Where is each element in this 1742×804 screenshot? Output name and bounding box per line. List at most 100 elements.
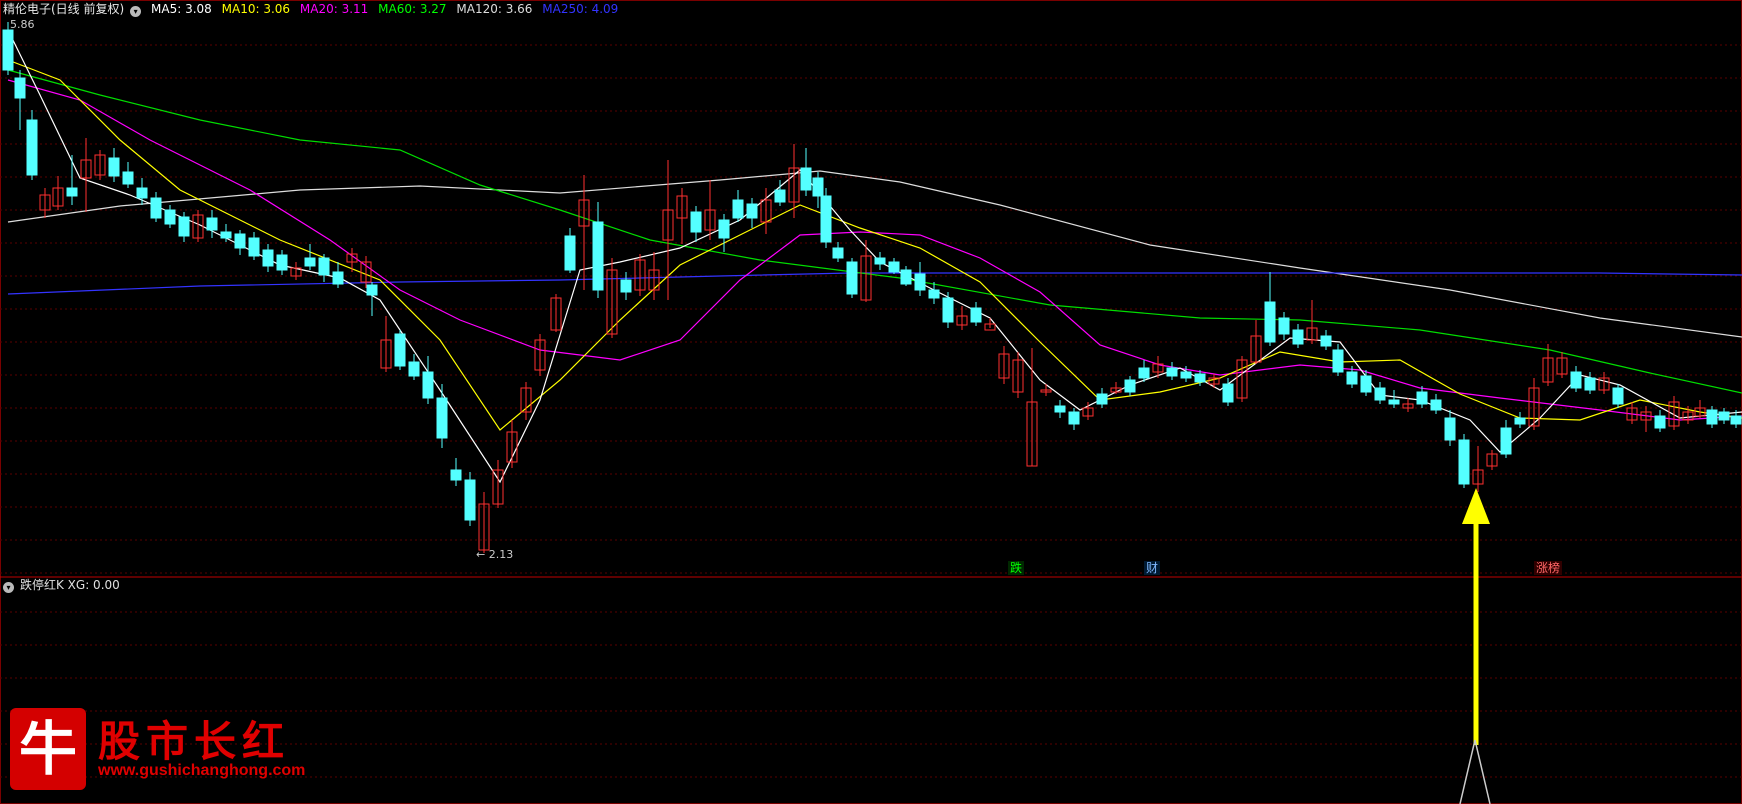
candle-down [690, 211, 702, 233]
candle-down [1430, 399, 1442, 411]
candle-down [1068, 411, 1080, 425]
candle-down [1360, 375, 1372, 393]
candle-down [304, 257, 316, 267]
lower-panel-header: ▾ 跌停红K XG: 0.00 [3, 577, 126, 593]
marker-gainers[interactable]: 涨榜 [1534, 561, 1563, 575]
low-price-label: ← 2.13 [476, 548, 514, 561]
stock-title: 精伦电子(日线 前复权) [3, 2, 125, 16]
candle-down [332, 271, 344, 285]
candle-down [394, 333, 406, 367]
candle-down [1570, 371, 1582, 389]
ma120-label: MA120: 3.66 [456, 2, 533, 16]
ma60-label: MA60: 3.27 [378, 2, 447, 16]
candle-down [942, 297, 954, 323]
main-chart-header: 精伦电子(日线 前复权) ▾ MA5: 3.08 MA10: 3.06 MA20:… [3, 1, 624, 17]
candle-down [620, 279, 632, 293]
candle-down [1166, 367, 1178, 377]
candle-down [1138, 367, 1150, 379]
candle-down [220, 231, 232, 239]
candle-down [832, 247, 844, 259]
ma10-label: MA10: 3.06 [221, 2, 291, 16]
candle-down [318, 257, 330, 276]
candle-down [1654, 415, 1666, 429]
candle-down [1612, 387, 1624, 405]
logo-title: 股市长红 [98, 717, 291, 766]
lower-panel-title: 跌停红K XG: 0.00 [20, 578, 120, 592]
candle-down [746, 203, 758, 219]
candle-down [1416, 391, 1428, 405]
candle-down [1320, 335, 1332, 347]
candle-down [874, 257, 886, 265]
candle-down [276, 254, 288, 271]
candle-down [248, 237, 260, 257]
candle-down [1346, 371, 1358, 385]
candle-down [1054, 405, 1066, 413]
candle-down [774, 189, 786, 203]
candle-down [564, 235, 576, 271]
ma5-label: MA5: 3.08 [151, 2, 212, 16]
candle-down [812, 177, 824, 197]
candle-down [422, 371, 434, 399]
candle-down [122, 171, 134, 185]
watermark-logo: 牛 股市长红 www.gushichanghong.com [6, 700, 306, 800]
candle-down [718, 219, 730, 239]
candle-down [408, 361, 420, 377]
candle-down [262, 249, 274, 267]
high-price-label: 5.86 [10, 18, 35, 31]
candle-down [108, 157, 120, 177]
candle-down [928, 289, 940, 299]
candle-down [1500, 427, 1512, 455]
candle-down [914, 273, 926, 291]
candle-down [1096, 393, 1108, 405]
candle-down [1180, 371, 1192, 379]
candle-down [820, 195, 832, 243]
candle-down [164, 209, 176, 225]
arrow-head-icon [1462, 488, 1490, 524]
kline-chart[interactable] [0, 0, 1742, 804]
candle-down [1292, 329, 1304, 345]
candle-down [1706, 409, 1718, 425]
candle-down [1124, 379, 1136, 393]
candle-down [1718, 411, 1730, 421]
candle-down [900, 269, 912, 285]
candle-down [592, 221, 604, 291]
candle-down [150, 197, 162, 219]
candle-down [2, 29, 14, 71]
candle-down [846, 261, 858, 295]
candle-down [888, 261, 900, 273]
candle-down [366, 284, 378, 296]
candle-down [14, 77, 26, 99]
candle-down [800, 167, 812, 191]
candle-down [1514, 417, 1526, 425]
candle-down [1374, 387, 1386, 401]
candle-down [66, 187, 78, 197]
candle-down [732, 199, 744, 219]
logo-url: www.gushichanghong.com [98, 762, 306, 779]
candle-down [970, 307, 982, 323]
candle-down [436, 397, 448, 439]
candle-down [1388, 399, 1400, 405]
candle-down [1584, 377, 1596, 391]
candle-down [234, 233, 246, 249]
ma20-label: MA20: 3.11 [299, 2, 369, 16]
candle-down [1264, 301, 1276, 343]
marker-limit-down[interactable]: 跌 [1008, 561, 1025, 575]
candle-down [464, 479, 476, 521]
bull-icon: 牛 [10, 708, 86, 790]
ma60-line [7, 69, 1742, 394]
candle-down [1194, 373, 1206, 383]
candle-down [1278, 317, 1290, 335]
bottom-pointer-icon [1459, 739, 1491, 804]
settings-icon[interactable]: ▾ [3, 582, 14, 593]
ma250-label: MA250: 4.09 [542, 2, 619, 16]
candle-down [450, 469, 462, 481]
candle-down [1222, 383, 1234, 403]
candle-down [1332, 349, 1344, 373]
marker-finance[interactable]: 财 [1144, 561, 1161, 575]
candle-down [1444, 417, 1456, 441]
candle-down [1458, 439, 1470, 485]
candle-down [26, 119, 38, 176]
candle-down [206, 217, 218, 231]
candle-down [136, 187, 148, 199]
settings-icon[interactable]: ▾ [130, 6, 142, 17]
